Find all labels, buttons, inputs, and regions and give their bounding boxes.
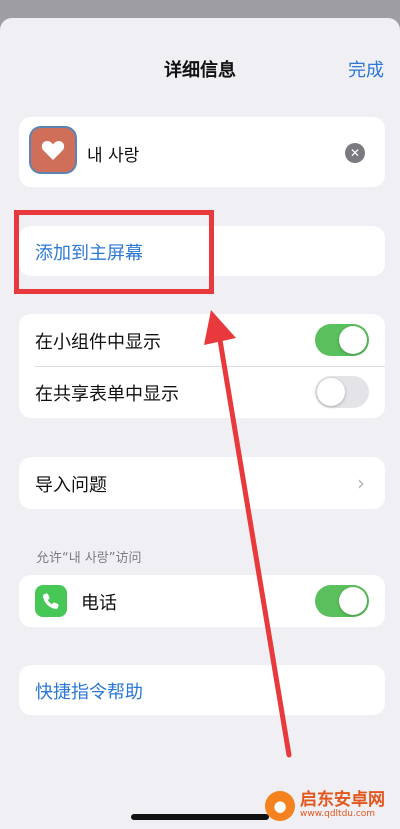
watermark-title: 启东安卓网: [300, 790, 385, 810]
watermark-text: 启东安卓网 www.qdltdu.com: [300, 791, 385, 820]
annotation-arrow: [204, 310, 292, 758]
home-indicator: [131, 814, 269, 820]
watermark-logo-icon: ●: [265, 790, 295, 821]
watermark-url: www.qdltdu.com: [300, 809, 376, 819]
watermark: ● 启东安卓网 www.qdltdu.com: [265, 782, 400, 829]
